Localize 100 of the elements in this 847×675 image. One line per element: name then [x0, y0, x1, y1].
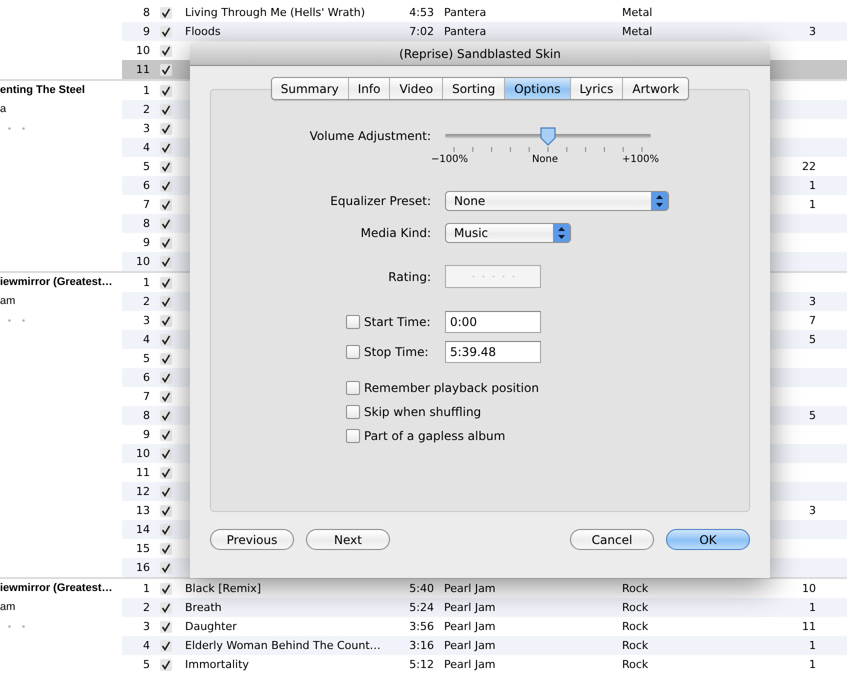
track-checkbox[interactable] [160, 542, 172, 554]
album-artist: am [0, 600, 16, 615]
time-field[interactable]: 5:39.48 [445, 341, 541, 363]
track-genre: Rock [622, 638, 650, 654]
dialog-button[interactable]: OK [666, 529, 750, 550]
track-name: Daughter [184, 619, 238, 635]
track-number: 3 [142, 619, 150, 635]
track-checkbox[interactable] [160, 218, 172, 230]
track-number: 9 [142, 235, 150, 251]
checkbox[interactable] [346, 381, 360, 395]
track-artist: Pearl Jam [443, 619, 497, 635]
tab[interactable]: Info [348, 78, 390, 99]
album-title: enting The Steel [0, 83, 85, 98]
track-checkbox[interactable] [160, 314, 172, 326]
dialog-title: (Reprise) Sandblasted Skin [399, 46, 561, 60]
track-row[interactable]: 2 Breath 5:24 Pearl Jam Rock 1 [122, 598, 847, 617]
tab[interactable]: Lyrics [570, 78, 622, 99]
track-checkbox[interactable] [160, 448, 172, 460]
track-artist: Pearl Jam [443, 638, 497, 654]
track-number: 2 [142, 102, 150, 118]
track-checkbox[interactable] [160, 602, 172, 614]
track-checkbox[interactable] [160, 44, 172, 56]
track-checkbox[interactable] [160, 524, 172, 536]
track-checkbox[interactable] [160, 198, 172, 210]
dialog-button[interactable]: Cancel [570, 529, 654, 550]
checkbox[interactable] [346, 405, 360, 419]
track-checkbox[interactable] [160, 658, 172, 670]
track-checkbox[interactable] [160, 372, 172, 384]
checkbox-label: Part of a gapless album [364, 429, 506, 443]
track-number: 4 [142, 140, 150, 156]
track-checkbox[interactable] [160, 620, 172, 632]
tab[interactable]: Options [504, 78, 570, 99]
track-name: Immortality [184, 657, 250, 673]
rating-dots-icon [8, 319, 25, 322]
track-checkbox[interactable] [160, 142, 172, 154]
track-checkbox[interactable] [160, 410, 172, 422]
track-checkbox[interactable] [160, 352, 172, 364]
equalizer-dropdown[interactable]: None [445, 191, 669, 211]
track-number: 6 [142, 370, 150, 386]
checkbox[interactable] [346, 345, 360, 359]
track-number: 1 [142, 275, 150, 291]
play-count: 1 [808, 657, 816, 673]
tab[interactable]: Artwork [622, 78, 688, 99]
track-checkbox[interactable] [160, 180, 172, 192]
equalizer-label: Equalizer Preset: [329, 194, 431, 208]
track-number: 15 [135, 541, 150, 557]
album-artist: a [0, 102, 6, 117]
track-time: 7:02 [408, 24, 434, 40]
track-checkbox[interactable] [160, 122, 172, 134]
dialog-button[interactable]: Previous [210, 529, 294, 550]
rating-dots-icon [8, 625, 25, 628]
track-checkbox[interactable] [160, 84, 172, 96]
track-checkbox[interactable] [160, 582, 172, 594]
track-time: 5:24 [408, 600, 434, 616]
track-checkbox[interactable] [160, 466, 172, 478]
album-title: iewmirror (Greatest… [0, 275, 112, 290]
track-checkbox[interactable] [160, 428, 172, 440]
track-number: 4 [142, 638, 150, 654]
dialog-button[interactable]: Next [306, 529, 390, 550]
track-genre: Rock [622, 581, 650, 597]
volume-slider[interactable] [445, 126, 651, 146]
track-checkbox[interactable] [160, 256, 172, 268]
checkbox-label: Remember playback position [364, 381, 539, 395]
track-checkbox[interactable] [160, 390, 172, 402]
track-row[interactable]: 4 Elderly Woman Behind The Count… 3:16 Pearl Jam Rock 1 [122, 636, 847, 655]
track-checkbox[interactable] [160, 236, 172, 248]
tab[interactable]: Sorting [442, 78, 504, 99]
rating-field[interactable] [445, 265, 541, 288]
track-checkbox[interactable] [160, 160, 172, 172]
track-checkbox[interactable] [160, 26, 172, 38]
play-count: 5 [808, 408, 816, 424]
slider-min-label: −100% [431, 154, 468, 166]
track-checkbox[interactable] [160, 104, 172, 116]
media-kind-dropdown[interactable]: Music [445, 223, 571, 243]
track-checkbox[interactable] [160, 296, 172, 308]
track-time: 4:53 [408, 5, 434, 21]
track-checkbox[interactable] [160, 486, 172, 498]
tab[interactable]: Video [389, 78, 442, 99]
track-number: 12 [135, 484, 150, 500]
track-checkbox[interactable] [160, 334, 172, 346]
track-genre: Rock [622, 657, 650, 673]
track-row[interactable]: 9 Floods 7:02 Pantera Metal 3 [122, 22, 847, 41]
track-checkbox[interactable] [160, 504, 172, 516]
tab[interactable]: Summary [272, 78, 348, 99]
track-number: 5 [142, 351, 150, 367]
time-field[interactable]: 0:00 [445, 311, 541, 333]
checkbox[interactable] [346, 429, 360, 443]
rating-dots-icon [8, 127, 25, 130]
track-number: 9 [142, 427, 150, 443]
track-checkbox[interactable] [160, 640, 172, 652]
play-count: 1 [808, 600, 816, 616]
track-number: 2 [142, 294, 150, 310]
album-artist: am [0, 294, 16, 309]
track-checkbox[interactable] [160, 276, 172, 288]
track-number: 7 [142, 389, 150, 405]
track-checkbox[interactable] [160, 6, 172, 18]
slider-thumb[interactable] [539, 126, 557, 146]
checkbox[interactable] [346, 315, 360, 329]
track-checkbox[interactable] [160, 562, 172, 574]
track-checkbox[interactable] [160, 64, 172, 76]
